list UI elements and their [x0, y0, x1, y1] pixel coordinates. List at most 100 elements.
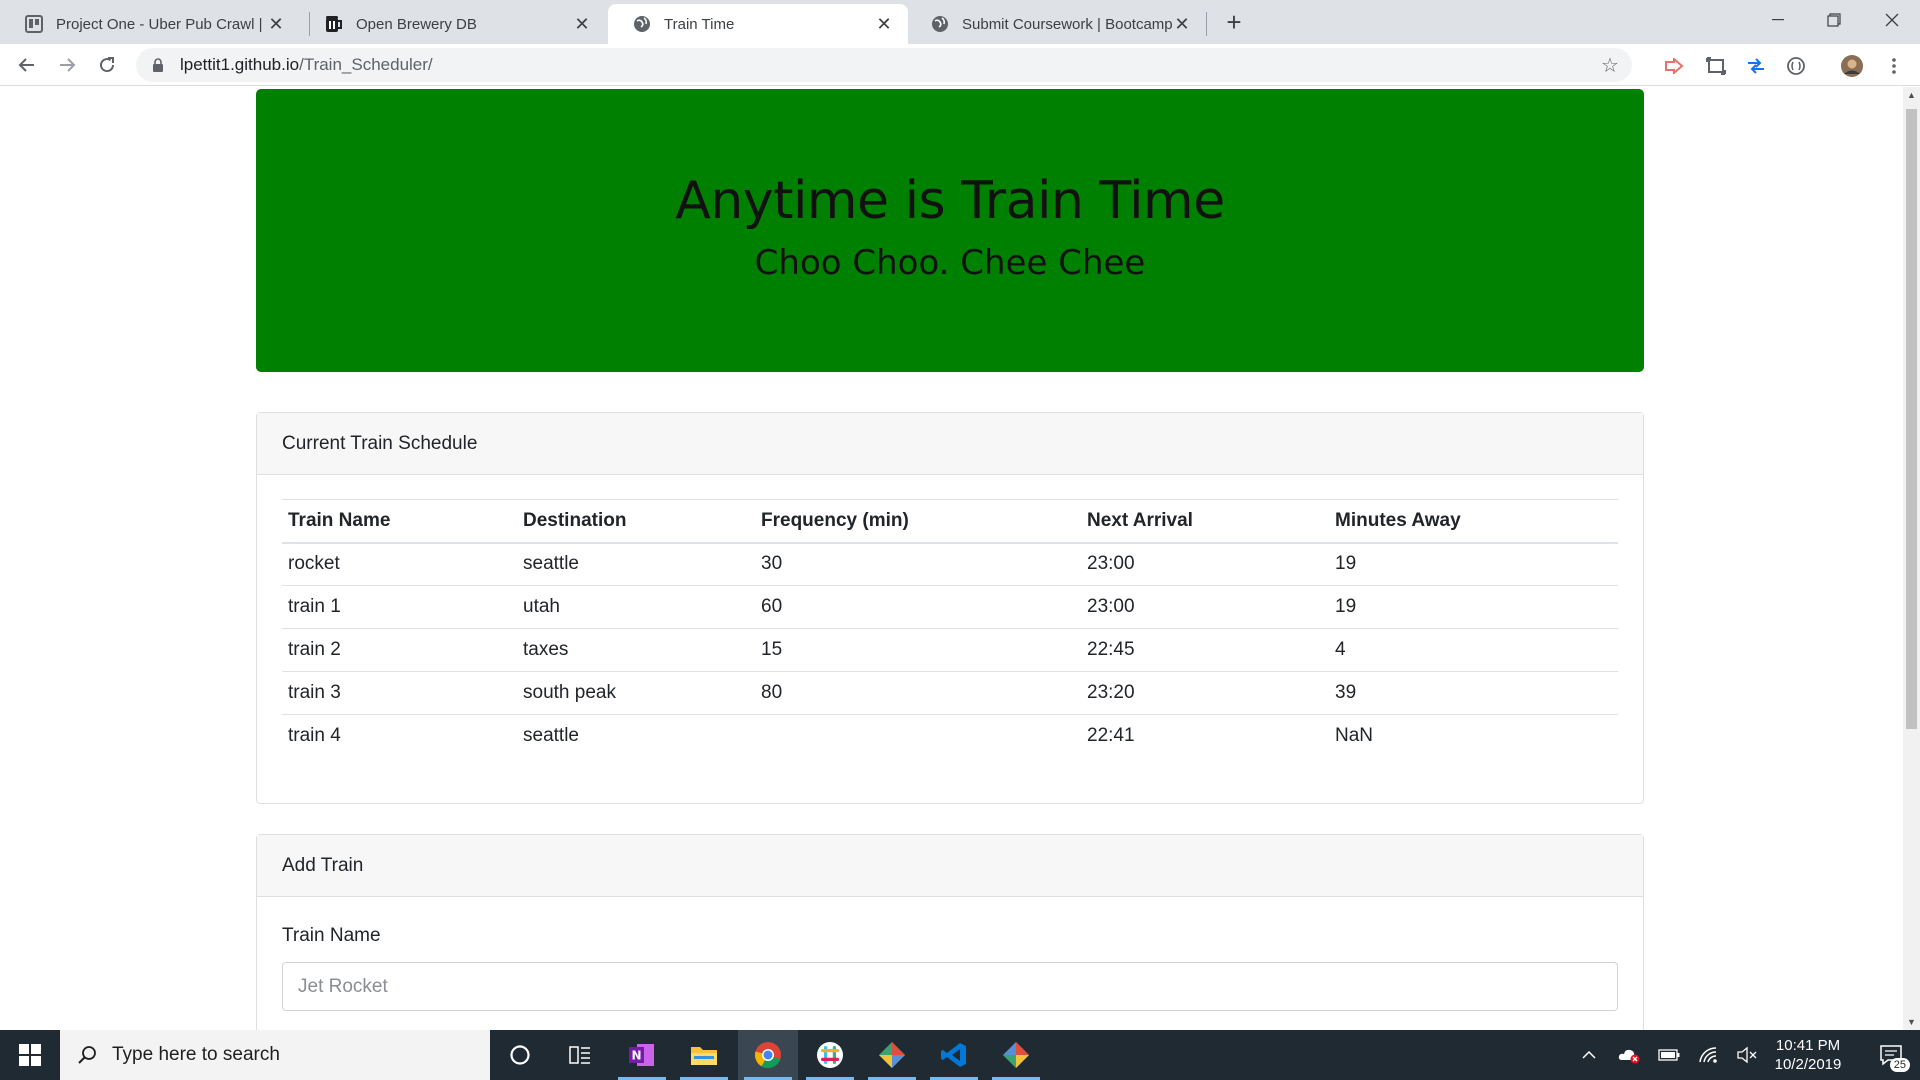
taskbar-search-box[interactable]: Type here to search [60, 1030, 490, 1080]
next-arrival-cell: 23:00 [1087, 553, 1135, 575]
tab-title: Open Brewery DB [356, 15, 477, 33]
lock-icon[interactable] [150, 57, 166, 73]
git-gui-app-icon[interactable] [986, 1030, 1046, 1080]
next-arrival-cell: 23:00 [1081, 585, 1329, 629]
onedrive-error-icon[interactable] [1612, 1030, 1646, 1080]
profile-avatar[interactable] [1840, 54, 1864, 78]
close-window-button[interactable] [1864, 0, 1920, 40]
close-icon[interactable]: ✕ [572, 14, 592, 34]
frequency-cell: 15 [755, 628, 1081, 672]
search-placeholder: Type here to search [112, 1044, 280, 1065]
battery-icon[interactable] [1652, 1030, 1686, 1080]
slack-app-icon[interactable] [800, 1030, 860, 1080]
url-path: /Train_Scheduler/ [299, 55, 433, 74]
clock-date: 10/2/2019 [1774, 1056, 1842, 1073]
screenshot-extension-icon[interactable] [1704, 54, 1728, 78]
show-hidden-icons-chevron-up-icon[interactable] [1572, 1030, 1606, 1080]
minutes-away-cell: NaN [1329, 714, 1618, 758]
browser-tab-strip: Project One - Uber Pub Crawl | Tr ✕ Open… [0, 0, 1920, 44]
minutes-away-cell: 19 [1329, 585, 1618, 629]
new-tab-button[interactable]: + [1220, 7, 1248, 37]
minimize-button[interactable] [1750, 0, 1806, 40]
train-name-cell: train 2 [282, 628, 517, 672]
destination-cell: seattle [523, 553, 579, 575]
taskbar-clock[interactable]: 10:41 PM 10/2/2019 [1760, 1036, 1856, 1074]
destination-cell: utah [517, 585, 755, 629]
bookmark-star-icon[interactable]: ☆ [1598, 53, 1622, 77]
clock-time: 10:41 PM [1775, 1037, 1841, 1054]
frequency-cell [755, 714, 1081, 758]
task-view-button[interactable] [550, 1030, 610, 1080]
train-name-cell: train 4 [282, 714, 517, 758]
windows-start-button[interactable] [0, 1030, 60, 1080]
column-header: Next Arrival [1081, 499, 1329, 544]
train-name-input[interactable] [282, 962, 1618, 1011]
restore-button[interactable] [1806, 0, 1862, 40]
train-name-cell: rocket [288, 553, 340, 575]
tab-project-one[interactable]: Project One - Uber Pub Crawl | Tr ✕ [0, 4, 300, 44]
close-icon[interactable]: ✕ [874, 14, 894, 34]
forward-button[interactable] [52, 50, 82, 80]
scroll-up-arrow-icon[interactable]: ▲ [1903, 87, 1920, 103]
page-title: Anytime is Train Time [675, 171, 1225, 231]
globe-icon [930, 14, 950, 34]
page-subtitle: Choo Choo. Chee Chee [754, 243, 1146, 283]
globe-icon [632, 14, 652, 34]
tab-train-time[interactable]: Train Time ✕ [608, 4, 908, 44]
minutes-away-cell: 19 [1335, 553, 1357, 575]
frequency-cell: 60 [755, 585, 1081, 629]
add-train-card-header: Add Train [257, 835, 1643, 897]
reload-button[interactable] [92, 50, 122, 80]
train-schedule-table: Train Name Destination Frequency (min) N… [282, 499, 1618, 758]
tab-open-brewery[interactable]: Open Brewery DB ✕ [300, 4, 606, 44]
address-bar[interactable]: lpettit1.github.io/Train_Scheduler/ ☆ [136, 48, 1632, 82]
brewery-icon [324, 14, 344, 34]
svg-text:N: N [631, 1049, 641, 1063]
url-host: lpettit1.github.io [180, 55, 300, 74]
page-scrollbar[interactable]: ▲ ▼ [1903, 87, 1920, 1030]
file-explorer-app-icon[interactable] [674, 1030, 734, 1080]
close-icon[interactable]: ✕ [266, 14, 286, 34]
action-center-button[interactable]: 25 [1866, 1030, 1916, 1080]
volume-muted-icon[interactable] [1730, 1030, 1764, 1080]
wifi-icon[interactable] [1692, 1030, 1726, 1080]
gitkraken-app-icon[interactable] [862, 1030, 922, 1080]
next-arrival-cell: 22:41 [1081, 714, 1329, 758]
destination-cell: taxes [517, 628, 755, 672]
frequency-cell: 30 [761, 553, 783, 575]
table-row: train 3 south peak 80 23:20 39 [282, 671, 1618, 715]
scroll-down-arrow-icon[interactable]: ▼ [1903, 1014, 1920, 1030]
chrome-app-icon[interactable] [738, 1030, 798, 1080]
destination-cell: south peak [517, 671, 755, 715]
url-text: lpettit1.github.io/Train_Scheduler/ [180, 55, 433, 75]
onenote-app-icon[interactable]: N [612, 1030, 672, 1080]
cortana-button[interactable] [490, 1030, 550, 1080]
schedule-card-header: Current Train Schedule [257, 413, 1643, 475]
train-name-cell: train 1 [282, 585, 517, 629]
notification-count-badge: 25 [1889, 1058, 1910, 1072]
vscode-app-icon[interactable] [924, 1030, 984, 1080]
table-row: rocket seattle 30 23:00 19 [282, 543, 1618, 586]
scrollbar-thumb[interactable] [1906, 109, 1917, 729]
extension-arrow-icon[interactable] [1662, 54, 1686, 78]
tab-submit-coursework[interactable]: Submit Coursework | Bootcamp S ✕ [906, 4, 1206, 44]
tab-title: Project One - Uber Pub Crawl | Tr [56, 15, 266, 33]
tab-title: Train Time [664, 15, 735, 33]
close-icon[interactable]: ✕ [1172, 14, 1192, 34]
table-row: train 1 utah 60 23:00 19 [282, 585, 1618, 629]
frequency-cell: 80 [755, 671, 1081, 715]
back-button[interactable] [12, 50, 42, 80]
schedule-card: Current Train Schedule Train Name Destin… [256, 412, 1644, 804]
swap-extension-icon[interactable] [1744, 54, 1768, 78]
search-icon [74, 1042, 100, 1068]
browser-toolbar: lpettit1.github.io/Train_Scheduler/ ☆ [0, 44, 1920, 86]
destination-cell: seattle [517, 714, 755, 758]
header-jumbotron: Anytime is Train Time Choo Choo. Chee Ch… [256, 89, 1644, 372]
column-header: Minutes Away [1329, 499, 1618, 544]
trello-icon [24, 14, 44, 34]
windows-taskbar: Type here to search N 10:41 PM 10/2/2019… [0, 1030, 1920, 1080]
tab-divider [1206, 12, 1207, 36]
table-row: train 4 seattle 22:41 NaN [282, 714, 1618, 758]
extension-circle-icon[interactable] [1784, 54, 1808, 78]
chrome-menu-icon[interactable] [1882, 54, 1906, 78]
